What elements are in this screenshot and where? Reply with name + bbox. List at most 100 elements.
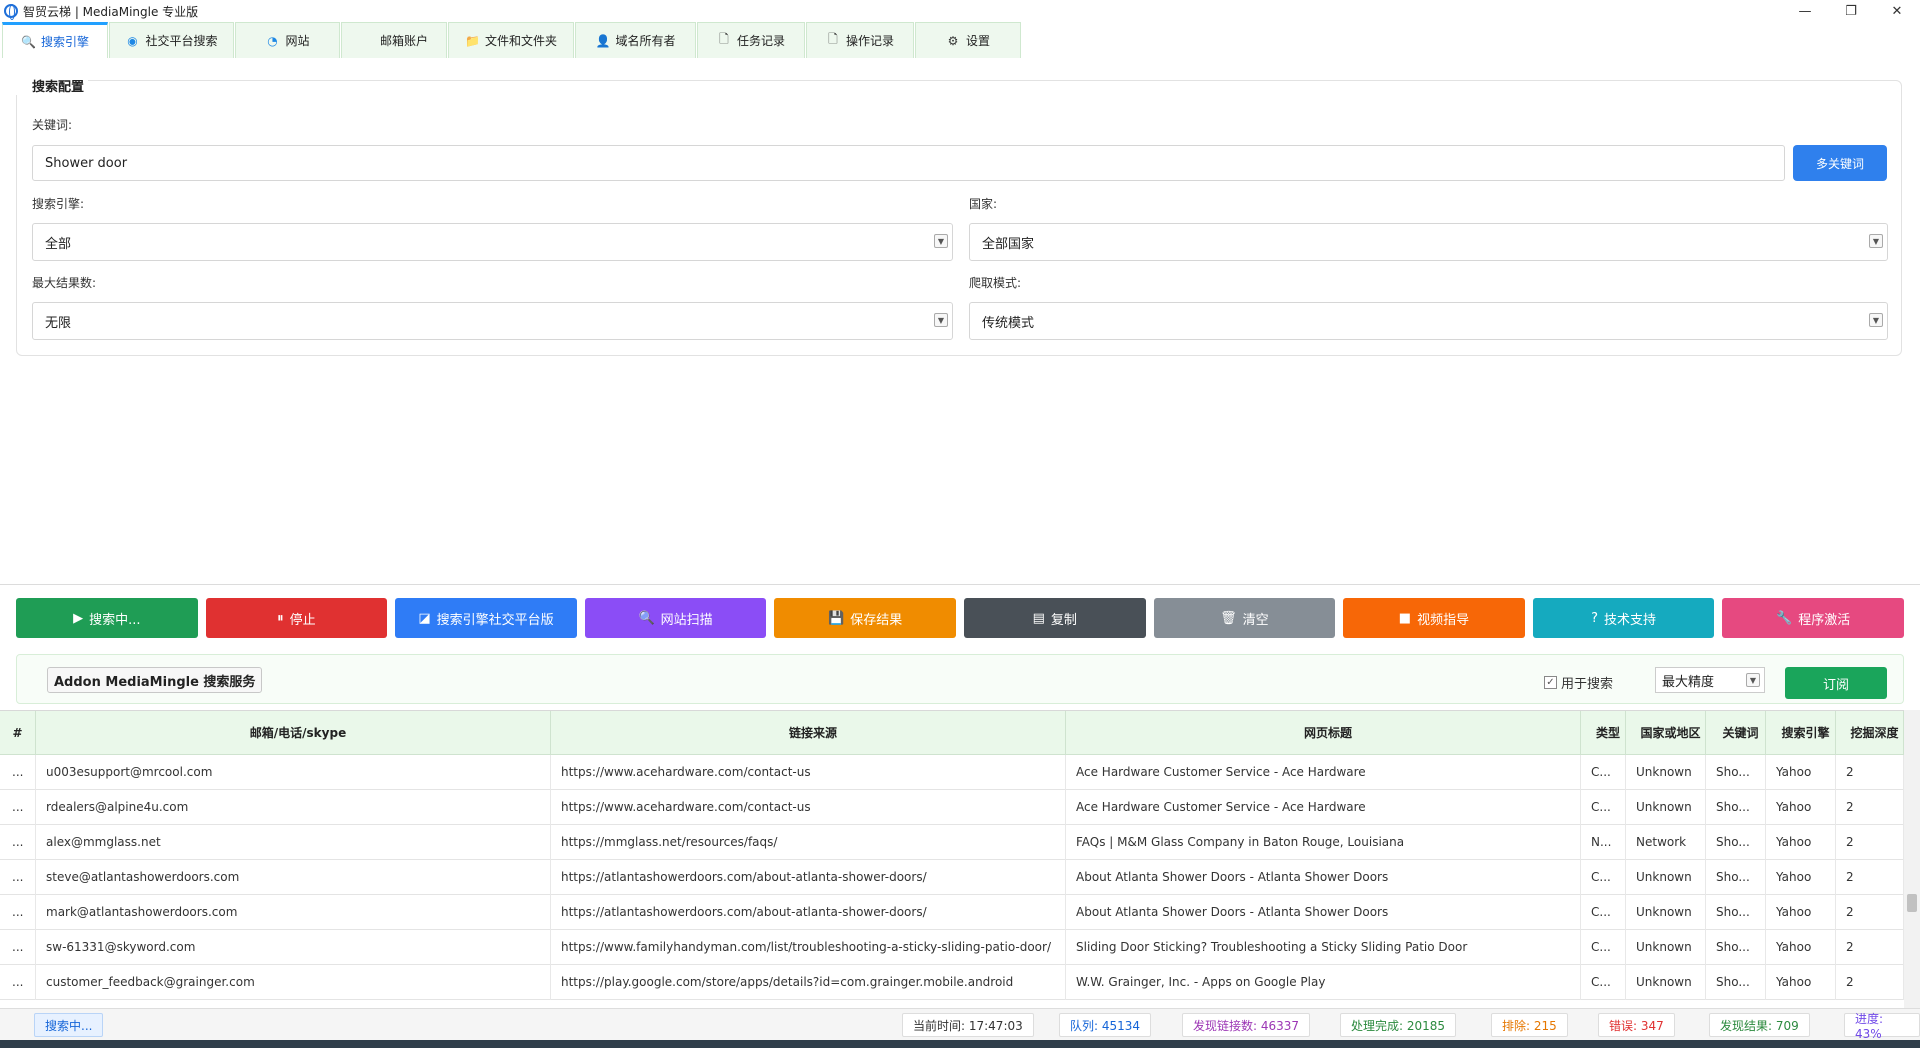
globe-icon	[4, 4, 18, 20]
engine-select[interactable]: 全部 ▼	[32, 223, 953, 261]
table-cell: https://atlantashowerdoors.com/about-atl…	[551, 859, 1066, 895]
chevron-down-icon[interactable]: ▼	[934, 313, 948, 327]
table-cell: ...	[0, 964, 36, 1000]
column-header[interactable]: 邮箱/电话/skype	[36, 711, 551, 755]
table-row[interactable]: ... customer_feedback@grainger.com https:/…	[0, 964, 1904, 1000]
table-cell: Yahoo	[1766, 789, 1836, 825]
results-table: # 邮箱/电话/skype 链接来源 网页标题 类型 国家或地区 关键词 搜索引…	[0, 710, 1904, 1008]
help-icon: ?	[1591, 610, 1598, 626]
search-icon: 🔍	[20, 34, 36, 49]
tab-website[interactable]: ◔ 网站	[235, 22, 340, 58]
table-cell: ...	[0, 859, 36, 895]
column-header[interactable]: 关键词	[1706, 711, 1766, 755]
minimize-icon[interactable]: —	[1782, 0, 1828, 22]
table-cell: About Atlanta Shower Doors - Atlanta Sho…	[1066, 894, 1581, 930]
column-header[interactable]: 类型	[1581, 711, 1626, 755]
tab-label: 社交平台搜索	[145, 34, 218, 48]
status-errors: 错误: 347	[1598, 1013, 1675, 1037]
chevron-down-icon[interactable]: ▼	[1869, 313, 1883, 327]
column-header[interactable]: 链接来源	[551, 711, 1066, 755]
checkmark-icon[interactable]: ✓	[1544, 676, 1557, 689]
button-label: 网站扫描	[660, 612, 713, 628]
stop-button[interactable]: ⏸ 停止	[205, 598, 388, 638]
precision-select[interactable]: 最大精度 ▼	[1655, 667, 1765, 693]
column-header[interactable]: 挖掘深度	[1836, 711, 1904, 755]
chevron-down-icon[interactable]: ▼	[1869, 234, 1883, 248]
button-label: 搜索中...	[89, 612, 141, 628]
use-for-search-checkbox[interactable]: ✓ 用于搜索	[1544, 673, 1613, 692]
wrench-icon: 🔧	[1776, 610, 1793, 626]
column-header[interactable]: 网页标题	[1066, 711, 1581, 755]
column-header[interactable]: #	[0, 711, 36, 755]
multi-keyword-button[interactable]: 多关键词	[1793, 145, 1887, 181]
tab-task-records[interactable]: 🗋 任务记录	[697, 22, 805, 58]
max-results-select[interactable]: 无限 ▼	[32, 302, 953, 340]
max-results-value: 无限	[45, 315, 72, 331]
keyword-label: 关键词:	[32, 118, 73, 132]
table-scrollbar[interactable]	[1904, 710, 1920, 1008]
window-controls: — ❐ ✕	[1782, 0, 1920, 22]
table-cell: C...	[1581, 929, 1626, 965]
country-value: 全部国家	[982, 236, 1035, 252]
table-cell: 2	[1836, 824, 1904, 860]
table-cell: alex@mmglass.net	[36, 824, 551, 860]
social-icon: ◉	[127, 33, 138, 48]
clear-button[interactable]: 🗑 清空	[1153, 598, 1336, 638]
tab-search-engine[interactable]: 🔍 搜索引擎	[2, 22, 108, 58]
subscribe-button[interactable]: 订阅	[1785, 667, 1887, 699]
engine-value: 全部	[45, 236, 72, 252]
table-cell: 2	[1836, 859, 1904, 895]
table-cell: Yahoo	[1766, 894, 1836, 930]
tab-domain-owner[interactable]: 👤 域名所有者	[575, 22, 696, 58]
tab-label: 网站	[285, 34, 310, 48]
scrollbar-thumb[interactable]	[1907, 894, 1917, 912]
document-icon: 🗋	[719, 32, 729, 46]
social-edition-button[interactable]: ◪ 搜索引擎社交平台版	[395, 598, 577, 638]
tab-email-accounts[interactable]: 邮箱账户	[341, 22, 447, 58]
addon-title: Addon MediaMingle 搜索服务	[47, 667, 263, 693]
table-cell: Unknown	[1626, 964, 1706, 1000]
table-row[interactable]: ... steve@atlantashowerdoors.com https://a…	[0, 859, 1904, 895]
tab-files-folders[interactable]: 📁 文件和文件夹	[448, 22, 574, 58]
save-icon: 💾	[828, 610, 845, 626]
crawl-mode-select[interactable]: 传统模式 ▼	[969, 302, 1888, 340]
table-cell: C...	[1581, 859, 1626, 895]
activate-button[interactable]: 🔧 程序激活	[1722, 598, 1904, 638]
tech-support-button[interactable]: ? 技术支持	[1532, 598, 1715, 638]
table-cell: 2	[1836, 929, 1904, 965]
save-results-button[interactable]: 💾 保存结果	[774, 598, 956, 638]
chevron-down-icon[interactable]: ▼	[934, 234, 948, 248]
tab-social-search[interactable]: ◉ 社交平台搜索	[109, 22, 234, 58]
table-row[interactable]: ... mark@atlantashowerdoors.com https://at…	[0, 894, 1904, 930]
website-scan-button[interactable]: 🔍 网站扫描	[584, 598, 767, 638]
button-label: 保存结果	[850, 612, 903, 628]
window-icon: ◪	[418, 610, 431, 626]
table-cell: ...	[0, 929, 36, 965]
table-cell: Sho...	[1706, 859, 1766, 895]
column-header[interactable]: 国家或地区	[1626, 711, 1706, 755]
table-row[interactable]: ... sw-61331@skyword.com https://www.famil…	[0, 929, 1904, 965]
tab-settings[interactable]: ⚙ 设置	[915, 22, 1021, 58]
tab-operation-records[interactable]: 🗋 操作记录	[806, 22, 914, 58]
table-row[interactable]: ... alex@mmglass.net https://mmglass.net/r…	[0, 824, 1904, 860]
table-cell: 2	[1836, 754, 1904, 790]
country-select[interactable]: 全部国家 ▼	[969, 223, 1888, 261]
table-row[interactable]: ... rdealers@alpine4u.com https://www.aceh…	[0, 789, 1904, 825]
chevron-down-icon[interactable]: ▼	[1746, 673, 1760, 687]
trash-icon: 🗑	[1220, 610, 1237, 626]
table-cell: Unknown	[1626, 929, 1706, 965]
engine-label: 搜索引擎:	[32, 197, 85, 211]
table-row[interactable]: ... u003esupport@mrcool.com https://www.ac…	[0, 754, 1904, 790]
close-icon[interactable]: ✕	[1874, 0, 1920, 22]
keyword-input[interactable]: Shower door	[32, 145, 1785, 181]
search-running-button[interactable]: ▶ 搜索中...	[16, 598, 198, 638]
column-header[interactable]: 搜索引擎	[1766, 711, 1836, 755]
precision-value: 最大精度	[1662, 674, 1715, 690]
table-cell: https://mmglass.net/resources/faqs/	[551, 824, 1066, 860]
video-guide-button[interactable]: ■ 视频指导	[1343, 598, 1525, 638]
table-cell: Unknown	[1626, 859, 1706, 895]
table-cell: W.W. Grainger, Inc. - Apps on Google Pla…	[1066, 964, 1581, 1000]
tab-label: 域名所有者	[615, 34, 676, 48]
restore-icon[interactable]: ❐	[1828, 0, 1874, 22]
copy-button[interactable]: ▤ 复制	[963, 598, 1146, 638]
